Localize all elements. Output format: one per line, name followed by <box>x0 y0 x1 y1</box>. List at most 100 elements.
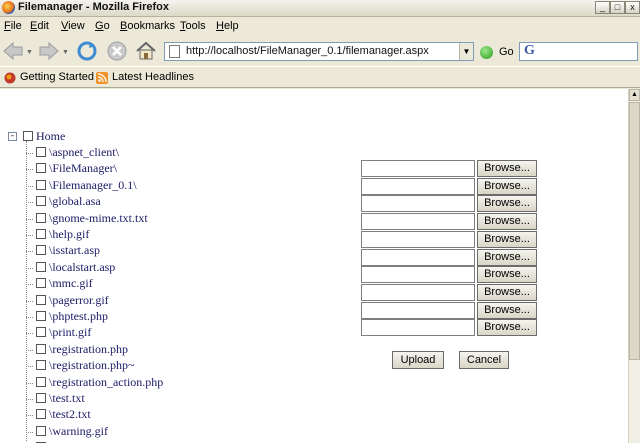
file-path-input[interactable] <box>361 283 475 301</box>
tree-connector-dash <box>26 235 33 236</box>
tree-connector-dash <box>26 415 33 417</box>
file-path-input[interactable] <box>361 301 475 319</box>
browse-button[interactable]: Browse... <box>477 283 537 301</box>
reload-icon[interactable] <box>76 40 98 62</box>
cancel-button[interactable]: Cancel <box>459 351 509 369</box>
tree-item-label[interactable]: \test.txt <box>49 391 85 406</box>
tree-item-label[interactable]: \registration.php~ <box>49 358 134 373</box>
upload-button[interactable]: Upload <box>392 351 444 369</box>
menu-file[interactable]: File <box>4 20 22 32</box>
browse-button[interactable]: Browse... <box>477 266 537 284</box>
tree-item-checkbox[interactable] <box>36 343 46 354</box>
file-path-input[interactable] <box>361 319 475 337</box>
tree-item-label[interactable]: \help.gif <box>49 227 89 242</box>
file-path-input[interactable] <box>361 177 475 195</box>
forward-dropdown-icon[interactable]: ▼ <box>62 49 69 56</box>
collapse-toggle[interactable]: - <box>8 132 17 141</box>
browse-button[interactable]: Browse... <box>477 213 537 231</box>
stop-icon[interactable] <box>106 40 128 62</box>
tree-item-label[interactable]: \pagerror.gif <box>49 293 109 308</box>
tree-item-label[interactable]: \print.gif <box>49 325 91 340</box>
window-title: Filemanager - Mozilla Firefox <box>18 1 169 13</box>
tree-item-label[interactable]: \mmc.gif <box>49 276 93 291</box>
tree-item-checkbox[interactable] <box>36 147 46 157</box>
tree-item-checkbox[interactable] <box>36 212 46 223</box>
address-input[interactable]: http://localhost/FileManager_0.1/fileman… <box>186 45 429 57</box>
file-path-input[interactable] <box>361 195 475 213</box>
search-input[interactable]: G <box>519 42 638 61</box>
browse-button[interactable]: Browse... <box>477 177 537 195</box>
bookmark-latest-headlines[interactable]: Latest Headlines <box>112 71 194 83</box>
tree-item-label[interactable]: \localstart.asp <box>49 260 115 275</box>
tree-item-label[interactable]: \global.asa <box>49 194 101 209</box>
back-icon[interactable] <box>2 41 24 61</box>
browse-button[interactable]: Browse... <box>477 230 537 248</box>
tree-connector-dash <box>26 284 33 286</box>
tree-item-label[interactable]: \gnome-mime.txt.txt <box>49 211 148 226</box>
tree-connector-dash <box>26 185 33 187</box>
tree-item-checkbox[interactable] <box>36 179 46 190</box>
tree-item-checkbox[interactable] <box>36 360 46 371</box>
tree-item-checkbox[interactable] <box>36 229 46 239</box>
tree-item-label[interactable]: \aspnet_client\ <box>49 145 119 160</box>
tree-connector-dash <box>26 431 33 433</box>
home-icon[interactable] <box>134 39 158 63</box>
maximize-button[interactable]: □ <box>610 1 625 14</box>
browse-button[interactable]: Browse... <box>477 319 537 337</box>
tree-item-label[interactable]: \registration.php <box>49 342 128 357</box>
scrollbar-thumb[interactable] <box>629 102 640 360</box>
tree-item-label[interactable]: \test2.txt <box>49 407 91 422</box>
tree-item-checkbox[interactable] <box>36 409 46 420</box>
tree-connector-dash <box>26 202 33 204</box>
tree-item-label[interactable]: \warning.gif <box>49 424 108 439</box>
tree-item-checkbox[interactable] <box>36 294 46 305</box>
tree-item-checkbox[interactable] <box>36 327 46 338</box>
bookmark-getting-started[interactable]: Getting Started <box>20 71 94 83</box>
menu-help[interactable]: Help <box>216 20 239 32</box>
root-checkbox[interactable] <box>23 131 33 141</box>
tree-item-label[interactable]: \isstart.asp <box>49 243 100 258</box>
rss-icon <box>96 72 108 84</box>
tree-connector-dash <box>26 267 33 269</box>
minimize-button[interactable]: _ <box>595 1 610 14</box>
tree-item-checkbox[interactable] <box>36 196 46 207</box>
tree-item-checkbox[interactable] <box>36 311 46 321</box>
tree-item-checkbox[interactable] <box>36 163 46 174</box>
firefox-logo-icon <box>2 1 15 14</box>
menu-tools[interactable]: Tools <box>180 20 206 32</box>
tree-item-label[interactable]: \Filemanager_0.1\ <box>49 178 137 193</box>
menu-go[interactable]: Go <box>95 20 110 32</box>
browse-button[interactable]: Browse... <box>477 301 537 319</box>
file-path-input[interactable] <box>361 160 475 177</box>
browse-button[interactable]: Browse... <box>477 160 537 177</box>
tree-connector-dash <box>26 169 33 171</box>
file-path-input[interactable] <box>361 266 475 284</box>
browse-button[interactable]: Browse... <box>477 248 537 266</box>
tree-item-checkbox[interactable] <box>36 376 46 387</box>
tree-item-checkbox[interactable] <box>36 261 46 272</box>
file-path-input[interactable] <box>361 213 475 231</box>
browse-button[interactable]: Browse... <box>477 195 537 213</box>
back-dropdown-icon[interactable]: ▼ <box>26 49 33 56</box>
tree-item-label[interactable]: \registration_action.php <box>49 375 163 390</box>
tree-item-checkbox[interactable] <box>36 393 46 403</box>
scroll-up-icon[interactable]: ▲ <box>629 89 640 101</box>
url-history-dropdown-icon[interactable]: ▼ <box>459 43 473 60</box>
firefox-icon <box>4 72 16 84</box>
menu-edit[interactable]: Edit <box>30 20 49 32</box>
tree-item-checkbox[interactable] <box>36 425 46 436</box>
tree-root-label[interactable]: Home <box>36 129 65 144</box>
tree-item-checkbox[interactable] <box>36 245 46 256</box>
menu-view[interactable]: View <box>61 20 85 32</box>
vertical-scrollbar[interactable]: ▲ <box>628 89 640 443</box>
tree-item-label[interactable]: \phptest.php <box>49 309 108 324</box>
address-bar[interactable]: http://localhost/FileManager_0.1/fileman… <box>164 42 474 61</box>
tree-item-label[interactable]: \FileManager\ <box>49 161 117 176</box>
file-path-input[interactable] <box>361 248 475 266</box>
close-button[interactable]: x <box>625 1 640 14</box>
file-path-input[interactable] <box>361 230 475 248</box>
search-engine-icon[interactable]: G <box>524 43 535 59</box>
tree-item-checkbox[interactable] <box>36 278 46 289</box>
forward-icon[interactable] <box>38 41 60 61</box>
menu-bookmarks[interactable]: Bookmarks <box>120 20 175 32</box>
